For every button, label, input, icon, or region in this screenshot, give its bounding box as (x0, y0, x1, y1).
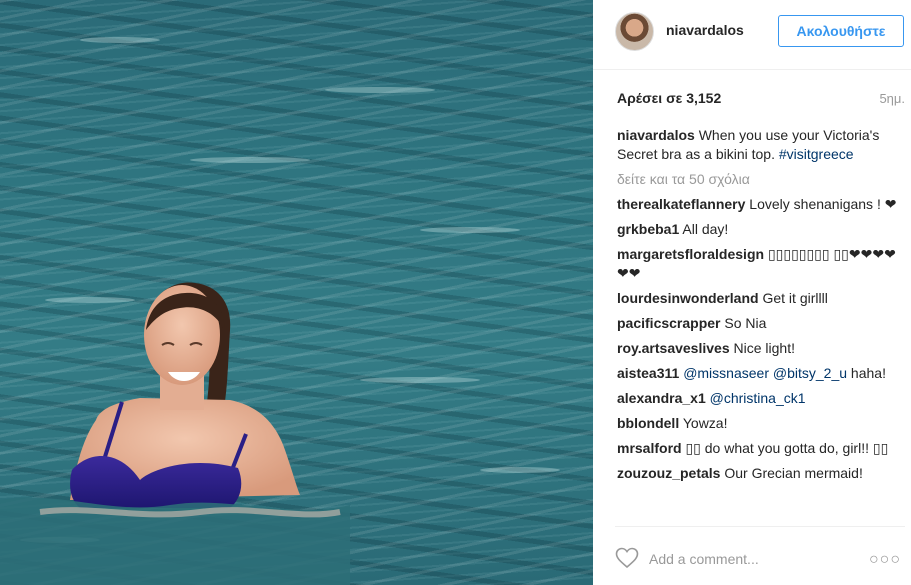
heart-icon[interactable] (615, 547, 639, 569)
comment-item: pacificscrapper So Nia (617, 314, 903, 333)
comment-item: roy.artsaveslives Nice light! (617, 339, 903, 358)
likes-row: Αρέσει σε 3,152 5ημ. (617, 90, 905, 110)
comment-username[interactable]: pacificscrapper (617, 315, 721, 331)
comment-item: zouzouz_petals Our Grecian mermaid! (617, 464, 903, 483)
follow-button[interactable]: Ακολουθήστε (778, 15, 904, 47)
comment-item: aistea311 @missnaseer @bitsy_2_u haha! (617, 364, 903, 383)
comment-footer: Add a comment... ○○○ (615, 526, 905, 585)
comment-text: So Nia (720, 315, 767, 331)
caption: niavardalos When you use your Victoria's… (617, 126, 903, 164)
avatar[interactable] (615, 12, 654, 51)
comment-text: Yowza! (679, 415, 728, 431)
view-all-comments-link[interactable]: δείτε και τα 50 σχόλια (617, 170, 903, 189)
hashtag-link[interactable]: #visitgreece (779, 146, 854, 162)
comment-username[interactable]: bblondell (617, 415, 679, 431)
comment-item: mrsalford ▯▯ do what you gotta do, girl!… (617, 439, 903, 458)
comment-username[interactable]: mrsalford (617, 440, 682, 456)
comment-item: alexandra_x1 @christina_ck1 (617, 389, 903, 408)
more-options-icon[interactable]: ○○○ (869, 551, 901, 569)
post-timestamp[interactable]: 5ημ. (879, 91, 905, 106)
comment-item: bblondell Yowza! (617, 414, 903, 433)
comment-username[interactable]: lourdesinwonderland (617, 290, 759, 306)
comment-username[interactable]: margaretsfloraldesign (617, 246, 764, 262)
swimmer-illustration (0, 37, 560, 585)
comment-text: Nice light! (729, 340, 795, 356)
comment-item: lourdesinwonderland Get it girllll (617, 289, 903, 308)
comment-item: margaretsfloraldesign ▯▯▯▯▯▯▯▯ ▯▯❤❤❤❤❤❤ (617, 245, 903, 283)
post-details-panel: niavardalos Ακολουθήστε Αρέσει σε 3,152 … (593, 0, 911, 585)
comment-username[interactable]: aistea311 (617, 365, 679, 381)
comment-username[interactable]: grkbeba1 (617, 221, 679, 237)
comment-username[interactable]: therealkateflannery (617, 196, 745, 212)
comment-item: grkbeba1 All day! (617, 220, 903, 239)
mention-link[interactable]: @missnaseer (683, 365, 769, 381)
mention-link[interactable]: @christina_ck1 (710, 390, 806, 406)
comment-username[interactable]: alexandra_x1 (617, 390, 706, 406)
post-photo[interactable] (0, 0, 593, 585)
comment-text: All day! (679, 221, 729, 237)
add-comment-input[interactable]: Add a comment... (649, 551, 759, 567)
likes-count[interactable]: Αρέσει σε 3,152 (617, 90, 721, 106)
mention-link[interactable]: @bitsy_2_u (773, 365, 847, 381)
comment-text: ▯▯ do what you gotta do, girl!! ▯▯ (681, 440, 889, 456)
comments-list: niavardalos When you use your Victoria's… (617, 126, 903, 489)
comment-text: haha! (847, 365, 886, 381)
comment-username[interactable]: zouzouz_petals (617, 465, 720, 481)
post-username[interactable]: niavardalos (666, 22, 744, 38)
comment-text: Get it girllll (758, 290, 828, 306)
comment-text: Our Grecian mermaid! (720, 465, 863, 481)
comment-text: Lovely shenanigans ! ❤ (745, 196, 897, 212)
post-header: niavardalos Ακολουθήστε (593, 0, 911, 70)
comment-item: therealkateflannery Lovely shenanigans !… (617, 195, 903, 214)
comment-username[interactable]: niavardalos (617, 127, 695, 143)
comment-username[interactable]: roy.artsaveslives (617, 340, 730, 356)
